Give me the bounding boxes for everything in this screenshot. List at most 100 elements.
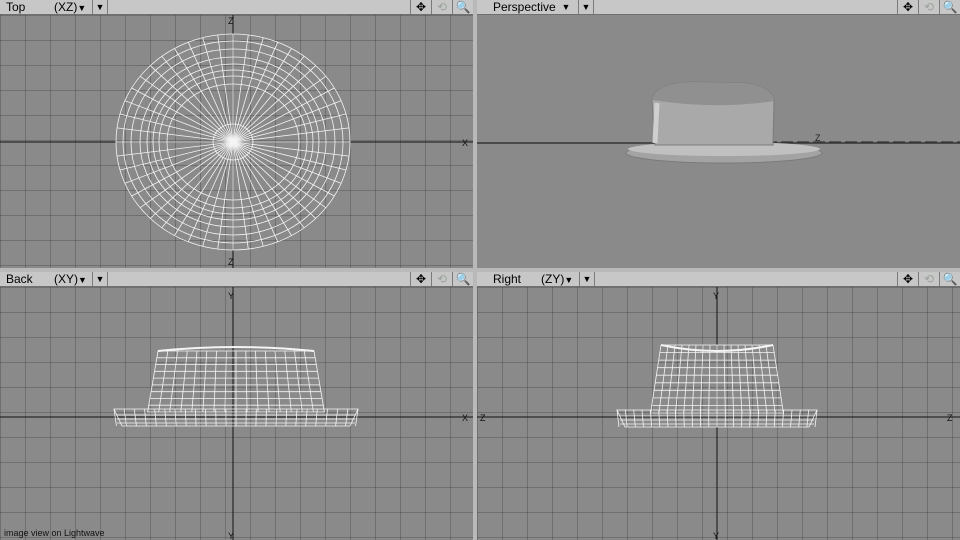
rotate-view-icon[interactable]: ⟲ (431, 272, 452, 286)
wire-segment (191, 350, 198, 413)
rotate-view-icon[interactable]: ⟲ (918, 0, 939, 14)
move-view-icon[interactable]: ✥ (410, 0, 431, 14)
top-view-wireframe: Z Z X (0, 15, 473, 268)
right-view-wireframe: Y Y Z Z (477, 287, 960, 540)
viewport-title[interactable]: Right (493, 272, 521, 286)
axis-label-top: Y (713, 291, 719, 301)
view-type-arrow[interactable]: ▼ (559, 0, 573, 14)
view-menu-button[interactable]: ▼ (92, 272, 108, 286)
wire-segment (202, 350, 208, 413)
wire-segment (285, 408, 288, 427)
wire-segment (174, 141, 234, 236)
viewport-right[interactable]: Right (ZY)▼ ▼ ✥ ⟲ 🔍 Y Y Z Z (477, 272, 960, 540)
zoom-view-icon[interactable]: 🔍 (452, 272, 473, 286)
wire-segment (624, 409, 628, 428)
wire-segment (157, 346, 315, 352)
viewport-divider-horizontal[interactable] (0, 268, 960, 272)
view-menu-button[interactable]: ▼ (579, 272, 595, 286)
axis-label-right: X (462, 413, 468, 423)
viewport-header: Perspective ▼ ▼ ✥ ⟲ 🔍 (477, 0, 960, 15)
wire-segment (772, 344, 784, 414)
wire-segment (700, 344, 704, 414)
wire-segment (202, 141, 234, 247)
wire-segment (633, 409, 636, 428)
wire-segment (666, 409, 669, 428)
axis-label-right: Z (947, 413, 953, 423)
wire-segment (765, 409, 768, 428)
move-view-icon[interactable]: ✥ (410, 272, 431, 286)
viewport-title[interactable]: Back (6, 272, 33, 286)
rotate-view-icon[interactable]: ⟲ (431, 0, 452, 14)
wire-segment (264, 350, 270, 413)
wire-segment (232, 113, 347, 143)
viewport-tools: ✥ ⟲ 🔍 (410, 272, 473, 286)
wire-segment (757, 409, 760, 428)
zoom-view-icon[interactable]: 🔍 (939, 272, 960, 286)
wire-segment (255, 350, 259, 413)
viewport-header: Back (XY)▼ ▼ ✥ ⟲ 🔍 (0, 272, 473, 287)
axis-label-top: Z (228, 16, 234, 26)
wire-segment (119, 113, 234, 143)
wire-segment (666, 344, 676, 414)
viewport-perspective[interactable]: Perspective ▼ ▼ ✥ ⟲ 🔍 Z (477, 0, 960, 268)
wire-segment (232, 37, 264, 143)
wire-segment (265, 408, 267, 427)
wire-segment (275, 408, 278, 427)
rotate-view-icon[interactable]: ⟲ (918, 272, 939, 286)
wire-segment (806, 409, 810, 428)
wire-segment (730, 344, 734, 414)
wire-segment (798, 409, 801, 428)
projection-selector[interactable]: (XZ)▼ (54, 0, 86, 15)
wire-segment (773, 409, 776, 428)
viewport-canvas[interactable]: Y Y X (0, 287, 473, 540)
viewport-title[interactable]: Perspective (493, 0, 556, 14)
wire-segment (131, 87, 234, 143)
back-view-wireframe: Y Y X (0, 287, 473, 540)
wire-segment (790, 409, 793, 428)
wire-segment (232, 141, 292, 236)
wire-segment (184, 408, 187, 427)
wire-segment (313, 350, 325, 413)
axis-label-right: X (462, 138, 468, 148)
wire-segment (131, 141, 234, 197)
viewport-top[interactable]: Top (XZ)▼ ▼ ✥ ⟲ 🔍 Z Z X (0, 0, 473, 268)
move-view-icon[interactable]: ✥ (897, 0, 918, 14)
viewport-header: Top (XZ)▼ ▼ ✥ ⟲ 🔍 (0, 0, 473, 15)
wire-segment (737, 344, 743, 414)
move-view-icon[interactable]: ✥ (897, 272, 918, 286)
projection-selector[interactable]: (XY)▼ (54, 272, 87, 287)
view-menu-button[interactable]: ▼ (92, 0, 108, 14)
axis-label-left: Z (480, 413, 486, 423)
wire-segment (708, 344, 711, 414)
viewport-canvas[interactable]: Z (477, 15, 960, 268)
viewport-tools: ✥ ⟲ 🔍 (410, 0, 473, 14)
axis-label-bottom: Y (713, 531, 719, 540)
wire-segment (691, 344, 697, 414)
wire-segment (650, 344, 662, 414)
wire-segment (683, 344, 690, 414)
zoom-view-icon[interactable]: 🔍 (452, 0, 473, 14)
wire-segment (758, 344, 768, 414)
wire-segment (213, 350, 217, 413)
wire-segment (303, 350, 314, 413)
wire-segment (284, 350, 292, 413)
wire-segment (744, 344, 751, 414)
viewport-title[interactable]: Top (6, 0, 25, 14)
zoom-view-icon[interactable]: 🔍 (939, 0, 960, 14)
wire-segment (194, 408, 197, 427)
wire-segment (232, 141, 347, 171)
wire-segment (232, 48, 292, 143)
axis-label-bottom: Y (228, 531, 234, 540)
wire-segment (232, 87, 335, 143)
axis-label-floor: Z (815, 133, 821, 143)
viewport-canvas[interactable]: Y Y Z Z (477, 287, 960, 540)
view-menu-button[interactable]: ▼ (578, 0, 594, 14)
viewport-canvas[interactable]: Z Z X (0, 15, 473, 268)
projection-selector[interactable]: (ZY)▼ (541, 272, 573, 287)
wire-segment (232, 141, 264, 247)
viewport-tools: ✥ ⟲ 🔍 (897, 0, 960, 14)
viewport-back[interactable]: Back (XY)▼ ▼ ✥ ⟲ 🔍 Y Y X image view on L… (0, 272, 473, 540)
wire-segment (147, 350, 159, 413)
wire-segment (180, 350, 188, 413)
wire-segment (158, 350, 169, 413)
